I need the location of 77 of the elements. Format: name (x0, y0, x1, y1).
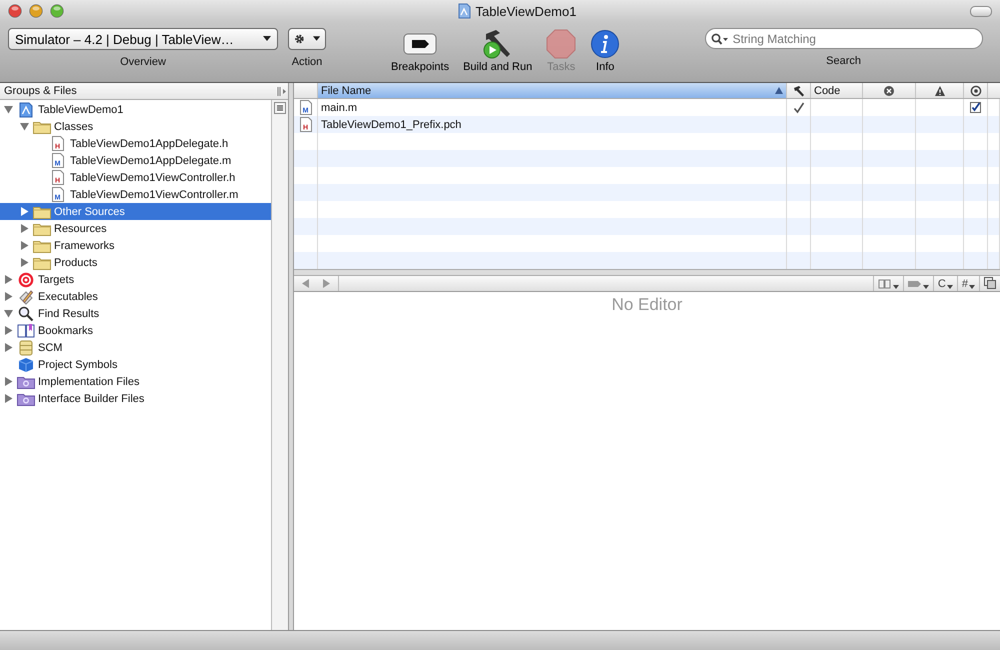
tree-item[interactable]: Targets (0, 271, 271, 288)
list-view-icon[interactable] (274, 102, 286, 114)
tree-item[interactable]: TableViewDemo1 (0, 101, 271, 118)
caret-icon (263, 36, 271, 42)
tree-item[interactable]: Executables (0, 288, 271, 305)
action-button[interactable] (288, 28, 326, 50)
tree-item[interactable]: Frameworks (0, 237, 271, 254)
cube-icon (18, 356, 34, 372)
editor-menu-button[interactable]: C (932, 276, 957, 291)
caret-icon (969, 285, 975, 289)
tree-item[interactable]: Products (0, 254, 271, 271)
toolbar-label: Overview (120, 56, 166, 68)
folder-icon (33, 256, 51, 270)
editor-menu-button[interactable]: # (956, 276, 979, 291)
editor-message: No Editor (612, 295, 682, 316)
book-icon (17, 323, 35, 338)
splitter-handle[interactable] (288, 83, 294, 630)
forward-arrow-icon[interactable] (322, 279, 330, 288)
column-header[interactable]: File Name (318, 83, 787, 98)
pencil-app-icon (18, 288, 34, 304)
breakpoint-icon (908, 279, 922, 289)
error-icon[interactable] (883, 84, 895, 96)
column-header: Groups & Files (4, 85, 77, 97)
breakpoint-button-icon (403, 32, 438, 54)
folder-icon (33, 204, 51, 218)
tree-item[interactable]: Project Symbols (0, 356, 271, 373)
window-control-icon[interactable] (8, 4, 22, 18)
gear-icon (294, 33, 305, 45)
target-icon (18, 272, 34, 288)
smart-folder-icon (17, 374, 35, 388)
checkbox[interactable] (970, 102, 981, 113)
column-header[interactable]: Code (811, 83, 863, 98)
window-control-icon[interactable] (50, 4, 64, 18)
tree-item[interactable]: Resources (0, 220, 271, 237)
scheme-popup[interactable]: Simulator – 4.2 | Debug | TableView… (8, 28, 278, 50)
caret-icon (946, 285, 953, 289)
window-control-icon[interactable] (29, 4, 43, 18)
tree-item[interactable]: Implementation Files (0, 373, 271, 390)
toolbar-label: Search (826, 55, 862, 67)
search-field[interactable]: String Matching (704, 28, 983, 49)
checkmark-icon[interactable] (792, 102, 804, 114)
table-cell: TableViewDemo1_Prefix.pch (321, 118, 462, 130)
tree-item[interactable]: Bookmarks (0, 322, 271, 339)
book-icon (878, 279, 892, 289)
tree-item[interactable]: SCM (0, 339, 271, 356)
tree-item[interactable]: Other Sources (0, 203, 271, 220)
warning-icon[interactable] (934, 84, 946, 96)
folder-icon (33, 120, 51, 134)
stop-sign-icon (546, 28, 576, 58)
table-cell: main.m (321, 102, 358, 114)
toolbar-label: Action (292, 56, 322, 68)
caret-icon (922, 285, 929, 289)
tree-item[interactable]: Find Results (0, 305, 271, 322)
hammer-icon[interactable] (792, 84, 804, 96)
info-icon (590, 28, 620, 58)
splitter-handle[interactable] (294, 269, 1000, 276)
smart-folder-icon (17, 392, 35, 406)
toolbar-button[interactable]: Breakpoints (386, 28, 454, 73)
document-icon (458, 3, 471, 19)
caret-icon (312, 36, 320, 42)
split-view-icon (984, 277, 996, 289)
tree-item[interactable]: Interface Builder Files (0, 390, 271, 407)
project-icon (19, 102, 33, 118)
folder-icon (33, 222, 51, 236)
window-title: TableViewDemo1 (476, 4, 576, 18)
tree-item[interactable]: Classes (0, 118, 271, 135)
search-icon (18, 306, 34, 322)
toolbar-toggle-button[interactable] (970, 6, 992, 16)
folder-icon (33, 238, 51, 252)
caret-icon (892, 285, 899, 289)
target-icon[interactable] (970, 84, 982, 96)
toolbar-button[interactable]: Build and Run (458, 28, 538, 73)
sort-arrow-icon (775, 87, 783, 94)
search-icon[interactable] (710, 33, 729, 45)
toolbar-button[interactable]: Info (585, 28, 626, 73)
back-arrow-icon[interactable] (302, 279, 310, 288)
database-icon (19, 340, 33, 356)
